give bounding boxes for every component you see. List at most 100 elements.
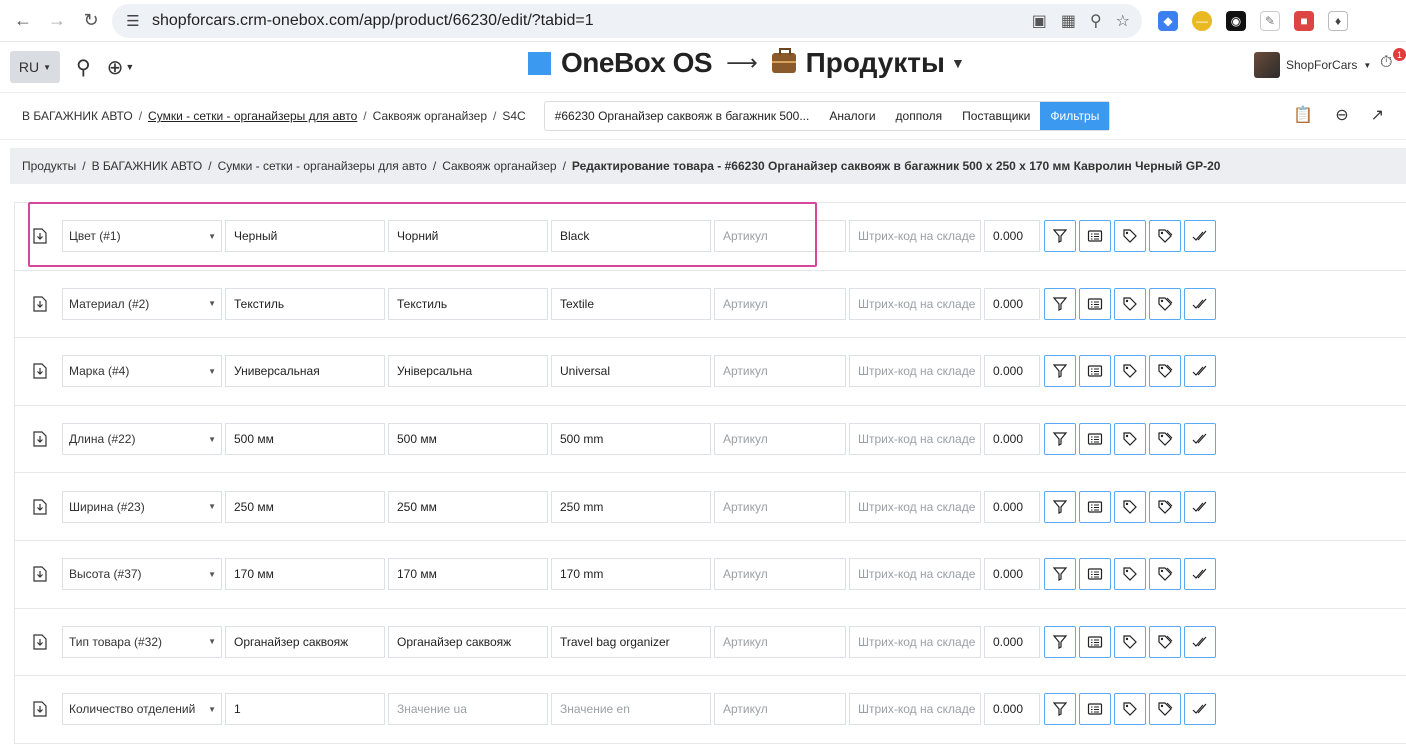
- section-title[interactable]: Продукты: [806, 47, 945, 79]
- attribute-select[interactable]: Ширина (#23) ▼: [62, 490, 222, 523]
- filter-button[interactable]: [1044, 693, 1076, 726]
- tag-button[interactable]: [1114, 220, 1146, 253]
- barcode-input[interactable]: Штрих-код на складе: [849, 558, 981, 591]
- tags-button[interactable]: [1149, 220, 1181, 253]
- download-file-icon[interactable]: [25, 424, 55, 454]
- download-file-icon[interactable]: [25, 356, 55, 386]
- notifications-icon[interactable]: ⏱ 1: [1380, 48, 1406, 74]
- check-all-button[interactable]: [1184, 693, 1216, 726]
- download-file-icon[interactable]: [25, 492, 55, 522]
- breadcrumb-item[interactable]: Сумки - сетки - органайзеры для авто: [218, 159, 427, 173]
- article-input[interactable]: Артикул: [714, 693, 846, 726]
- clipboard-icon[interactable]: 📋: [1293, 105, 1313, 125]
- value-ua-input[interactable]: Універсальна: [388, 355, 548, 388]
- barcode-input[interactable]: Штрих-код на складе: [849, 287, 981, 320]
- details-button[interactable]: [1079, 423, 1111, 456]
- bookmark-star-icon[interactable]: ☆: [1116, 11, 1130, 31]
- caret-down-icon[interactable]: ▼: [951, 55, 965, 71]
- tag-button[interactable]: [1114, 693, 1146, 726]
- back-icon[interactable]: ←: [10, 8, 36, 34]
- user-name[interactable]: ShopForCars: [1286, 58, 1357, 72]
- translate-icon[interactable]: ▦: [1061, 11, 1076, 31]
- search-icon[interactable]: ⚲: [76, 55, 91, 80]
- filter-button[interactable]: [1044, 558, 1076, 591]
- barcode-input[interactable]: Штрих-код на складе: [849, 423, 981, 456]
- breadcrumb-item[interactable]: Саквояж органайзер: [442, 159, 556, 173]
- tags-button[interactable]: [1149, 558, 1181, 591]
- value-en-input[interactable]: 500 mm: [551, 423, 711, 456]
- value-ua-input[interactable]: 170 мм: [388, 558, 548, 591]
- barcode-input[interactable]: Штрих-код на складе: [849, 355, 981, 388]
- tags-button[interactable]: [1149, 287, 1181, 320]
- breadcrumb-item[interactable]: Продукты: [22, 159, 76, 173]
- value-en-input[interactable]: Black: [551, 220, 711, 253]
- value-ua-input[interactable]: 250 мм: [388, 490, 548, 523]
- value-en-input[interactable]: Значение en: [551, 693, 711, 726]
- forward-icon[interactable]: →: [44, 8, 70, 34]
- check-all-button[interactable]: [1184, 355, 1216, 388]
- tag-button[interactable]: [1114, 423, 1146, 456]
- article-input[interactable]: Артикул: [714, 355, 846, 388]
- download-file-icon[interactable]: [25, 221, 55, 251]
- install-icon[interactable]: ▣: [1032, 11, 1047, 31]
- tags-button[interactable]: [1149, 625, 1181, 658]
- extension-icon[interactable]: ◆: [1158, 10, 1178, 31]
- breadcrumb-item[interactable]: Саквояж органайзер: [373, 109, 487, 123]
- open-external-icon[interactable]: ↗: [1371, 105, 1384, 125]
- tags-button[interactable]: [1149, 490, 1181, 523]
- breadcrumb-item[interactable]: Сумки - сетки - органайзеры для авто: [148, 109, 357, 123]
- tag-button[interactable]: [1114, 287, 1146, 320]
- tags-button[interactable]: [1149, 355, 1181, 388]
- value-ru-input[interactable]: Текстиль: [225, 287, 385, 320]
- barcode-input[interactable]: Штрих-код на складе: [849, 490, 981, 523]
- extension-icon[interactable]: ■: [1294, 10, 1314, 31]
- value-en-input[interactable]: Universal: [551, 355, 711, 388]
- extension-icon[interactable]: ◉: [1226, 10, 1246, 31]
- tag-button[interactable]: [1114, 490, 1146, 523]
- download-file-icon[interactable]: [25, 627, 55, 657]
- details-button[interactable]: [1079, 287, 1111, 320]
- language-selector[interactable]: RU ▼: [10, 51, 60, 83]
- barcode-input[interactable]: Штрих-код на складе: [849, 625, 981, 658]
- filter-button[interactable]: [1044, 490, 1076, 523]
- value-en-input[interactable]: Travel bag organizer: [551, 625, 711, 658]
- tab-extra-fields[interactable]: допполя: [886, 102, 953, 130]
- value-ru-input[interactable]: 170 мм: [225, 558, 385, 591]
- check-all-button[interactable]: [1184, 558, 1216, 591]
- download-file-icon[interactable]: [25, 694, 55, 724]
- value-ua-input[interactable]: Органайзер саквояж: [388, 625, 548, 658]
- quantity-input[interactable]: 0.000: [984, 490, 1040, 523]
- value-ua-input[interactable]: Чорний: [388, 220, 548, 253]
- details-button[interactable]: [1079, 625, 1111, 658]
- barcode-input[interactable]: Штрих-код на складе: [849, 693, 981, 726]
- details-button[interactable]: [1079, 558, 1111, 591]
- check-all-button[interactable]: [1184, 625, 1216, 658]
- reload-icon[interactable]: ↻: [78, 8, 104, 34]
- extension-icon[interactable]: ✎: [1260, 10, 1280, 31]
- article-input[interactable]: Артикул: [714, 625, 846, 658]
- tab-suppliers[interactable]: Поставщики: [952, 102, 1040, 130]
- tag-button[interactable]: [1114, 625, 1146, 658]
- article-input[interactable]: Артикул: [714, 558, 846, 591]
- breadcrumb-item[interactable]: В БАГАЖНИК АВТО: [92, 159, 203, 173]
- address-bar[interactable]: ☰ shopforcars.crm-onebox.com/app/product…: [112, 3, 1142, 38]
- quantity-input[interactable]: 0.000: [984, 220, 1040, 253]
- details-button[interactable]: [1079, 220, 1111, 253]
- brand-name[interactable]: OneBox OS: [561, 47, 713, 79]
- download-file-icon[interactable]: [25, 559, 55, 589]
- value-ua-input[interactable]: Значение ua: [388, 693, 548, 726]
- barcode-input[interactable]: Штрих-код на складе: [849, 220, 981, 253]
- quantity-input[interactable]: 0.000: [984, 355, 1040, 388]
- extension-icon[interactable]: —: [1192, 10, 1212, 31]
- article-input[interactable]: Артикул: [714, 423, 846, 456]
- attribute-select[interactable]: Количество отделений ( ▼: [62, 693, 222, 726]
- check-all-button[interactable]: [1184, 423, 1216, 456]
- value-ru-input[interactable]: 500 мм: [225, 423, 385, 456]
- check-all-button[interactable]: [1184, 287, 1216, 320]
- site-settings-icon[interactable]: ☰: [124, 12, 142, 30]
- check-all-button[interactable]: [1184, 490, 1216, 523]
- add-menu-button[interactable]: ⊕ ▼: [107, 55, 135, 80]
- tags-button[interactable]: [1149, 423, 1181, 456]
- attribute-select[interactable]: Высота (#37) ▼: [62, 558, 222, 591]
- value-ru-input[interactable]: Черный: [225, 220, 385, 253]
